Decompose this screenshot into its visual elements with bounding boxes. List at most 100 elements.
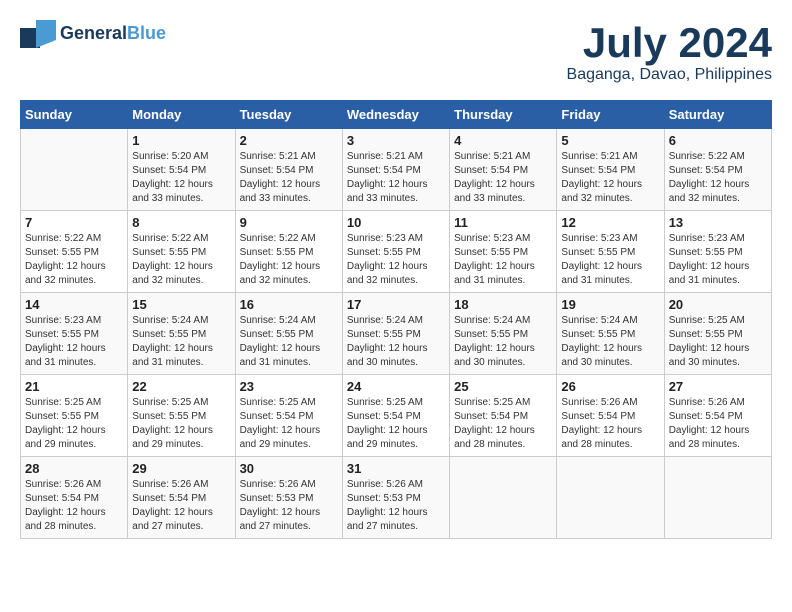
day-info: Sunrise: 5:25 AM Sunset: 5:55 PM Dayligh… — [132, 396, 230, 452]
day-info: Sunrise: 5:25 AM Sunset: 5:55 PM Dayligh… — [669, 314, 767, 370]
day-number: 3 — [347, 133, 445, 148]
day-number: 13 — [669, 215, 767, 230]
day-cell: 14Sunrise: 5:23 AM Sunset: 5:55 PM Dayli… — [21, 293, 128, 375]
day-number: 12 — [561, 215, 659, 230]
day-info: Sunrise: 5:21 AM Sunset: 5:54 PM Dayligh… — [240, 150, 338, 206]
day-info: Sunrise: 5:26 AM Sunset: 5:54 PM Dayligh… — [132, 478, 230, 534]
day-cell: 11 Sunrise: 5:23 AM Sunset: 5:55 PM Dayli… — [450, 211, 557, 293]
day-info: Sunrise: 5:25 AM Sunset: 5:55 PM Dayligh… — [25, 396, 123, 452]
header-row: SundayMondayTuesdayWednesdayThursdayFrid… — [21, 101, 772, 129]
day-cell: 19Sunrise: 5:24 AM Sunset: 5:55 PM Dayli… — [557, 293, 664, 375]
day-number: 5 — [561, 133, 659, 148]
week-row-1: 1Sunrise: 5:20 AM Sunset: 5:54 PM Daylig… — [21, 129, 772, 211]
day-info: Sunrise: 5:22 AM Sunset: 5:55 PM Dayligh… — [25, 232, 123, 288]
week-row-5: 28 Sunrise: 5:26 AM Sunset: 5:54 PM Dayli… — [21, 457, 772, 539]
day-cell: 6 Sunrise: 5:22 AM Sunset: 5:54 PM Daylig… — [664, 129, 771, 211]
day-cell: 13 Sunrise: 5:23 AM Sunset: 5:55 PM Dayli… — [664, 211, 771, 293]
day-info: Sunrise: 5:21 AM Sunset: 5:54 PM Dayligh… — [454, 150, 552, 206]
day-info: Sunrise: 5:25 AM Sunset: 5:54 PM Dayligh… — [347, 396, 445, 452]
day-cell — [450, 457, 557, 539]
day-info: Sunrise: 5:26 AM Sunset: 5:54 PM Dayligh… — [561, 396, 659, 452]
day-number: 2 — [240, 133, 338, 148]
day-cell: 28 Sunrise: 5:26 AM Sunset: 5:54 PM Dayli… — [21, 457, 128, 539]
location: Baganga, Davao, Philippines — [567, 66, 772, 84]
day-number: 8 — [132, 215, 230, 230]
day-number: 30 — [240, 461, 338, 476]
calendar-table: SundayMondayTuesdayWednesdayThursdayFrid… — [20, 100, 772, 539]
day-info: Sunrise: 5:26 AM Sunset: 5:53 PM Dayligh… — [240, 478, 338, 534]
month-year: July 2024 — [567, 20, 772, 66]
calendar-body: 1Sunrise: 5:20 AM Sunset: 5:54 PM Daylig… — [21, 129, 772, 539]
logo-general: General — [60, 23, 127, 43]
logo-blue: Blue — [127, 23, 166, 43]
week-row-4: 21 Sunrise: 5:25 AM Sunset: 5:55 PM Dayli… — [21, 375, 772, 457]
column-header-friday: Friday — [557, 101, 664, 129]
calendar-header: SundayMondayTuesdayWednesdayThursdayFrid… — [21, 101, 772, 129]
day-info: Sunrise: 5:23 AM Sunset: 5:55 PM Dayligh… — [561, 232, 659, 288]
day-number: 29 — [132, 461, 230, 476]
title-block: July 2024 Baganga, Davao, Philippines — [567, 20, 772, 84]
day-cell: 9 Sunrise: 5:22 AM Sunset: 5:55 PM Daylig… — [235, 211, 342, 293]
day-number: 10 — [347, 215, 445, 230]
day-number: 9 — [240, 215, 338, 230]
day-info: Sunrise: 5:24 AM Sunset: 5:55 PM Dayligh… — [561, 314, 659, 370]
day-info: Sunrise: 5:23 AM Sunset: 5:55 PM Dayligh… — [25, 314, 123, 370]
day-cell: 10 Sunrise: 5:23 AM Sunset: 5:55 PM Dayli… — [342, 211, 449, 293]
day-info: Sunrise: 5:23 AM Sunset: 5:55 PM Dayligh… — [669, 232, 767, 288]
day-cell: 21 Sunrise: 5:25 AM Sunset: 5:55 PM Dayli… — [21, 375, 128, 457]
day-info: Sunrise: 5:24 AM Sunset: 5:55 PM Dayligh… — [240, 314, 338, 370]
day-info: Sunrise: 5:24 AM Sunset: 5:55 PM Dayligh… — [454, 314, 552, 370]
day-number: 23 — [240, 379, 338, 394]
day-number: 11 — [454, 215, 552, 230]
column-header-monday: Monday — [128, 101, 235, 129]
day-info: Sunrise: 5:26 AM Sunset: 5:53 PM Dayligh… — [347, 478, 445, 534]
day-number: 7 — [25, 215, 123, 230]
day-info: Sunrise: 5:26 AM Sunset: 5:54 PM Dayligh… — [669, 396, 767, 452]
day-cell: 5 Sunrise: 5:21 AM Sunset: 5:54 PM Daylig… — [557, 129, 664, 211]
day-cell: 31Sunrise: 5:26 AM Sunset: 5:53 PM Dayli… — [342, 457, 449, 539]
day-cell: 8 Sunrise: 5:22 AM Sunset: 5:55 PM Daylig… — [128, 211, 235, 293]
week-row-2: 7 Sunrise: 5:22 AM Sunset: 5:55 PM Daylig… — [21, 211, 772, 293]
day-info: Sunrise: 5:25 AM Sunset: 5:54 PM Dayligh… — [454, 396, 552, 452]
day-info: Sunrise: 5:22 AM Sunset: 5:55 PM Dayligh… — [240, 232, 338, 288]
day-info: Sunrise: 5:24 AM Sunset: 5:55 PM Dayligh… — [347, 314, 445, 370]
day-cell: 25Sunrise: 5:25 AM Sunset: 5:54 PM Dayli… — [450, 375, 557, 457]
day-number: 21 — [25, 379, 123, 394]
day-cell: 27Sunrise: 5:26 AM Sunset: 5:54 PM Dayli… — [664, 375, 771, 457]
day-number: 18 — [454, 297, 552, 312]
day-number: 16 — [240, 297, 338, 312]
day-number: 26 — [561, 379, 659, 394]
day-cell: 2 Sunrise: 5:21 AM Sunset: 5:54 PM Daylig… — [235, 129, 342, 211]
week-row-3: 14Sunrise: 5:23 AM Sunset: 5:55 PM Dayli… — [21, 293, 772, 375]
day-cell: 23 Sunrise: 5:25 AM Sunset: 5:54 PM Dayli… — [235, 375, 342, 457]
day-cell — [664, 457, 771, 539]
day-number: 24 — [347, 379, 445, 394]
day-cell: 7 Sunrise: 5:22 AM Sunset: 5:55 PM Daylig… — [21, 211, 128, 293]
day-info: Sunrise: 5:22 AM Sunset: 5:54 PM Dayligh… — [669, 150, 767, 206]
page-header: GeneralBlue July 2024 Baganga, Davao, Ph… — [20, 20, 772, 84]
day-cell: 22Sunrise: 5:25 AM Sunset: 5:55 PM Dayli… — [128, 375, 235, 457]
day-number: 17 — [347, 297, 445, 312]
day-info: Sunrise: 5:23 AM Sunset: 5:55 PM Dayligh… — [347, 232, 445, 288]
day-number: 1 — [132, 133, 230, 148]
logo: GeneralBlue — [20, 20, 166, 48]
day-info: Sunrise: 5:22 AM Sunset: 5:55 PM Dayligh… — [132, 232, 230, 288]
day-number: 28 — [25, 461, 123, 476]
day-cell: 20Sunrise: 5:25 AM Sunset: 5:55 PM Dayli… — [664, 293, 771, 375]
day-cell: 17 Sunrise: 5:24 AM Sunset: 5:55 PM Dayli… — [342, 293, 449, 375]
column-header-tuesday: Tuesday — [235, 101, 342, 129]
day-number: 6 — [669, 133, 767, 148]
day-cell: 30 Sunrise: 5:26 AM Sunset: 5:53 PM Dayli… — [235, 457, 342, 539]
day-info: Sunrise: 5:21 AM Sunset: 5:54 PM Dayligh… — [561, 150, 659, 206]
day-cell: 4 Sunrise: 5:21 AM Sunset: 5:54 PM Daylig… — [450, 129, 557, 211]
day-number: 4 — [454, 133, 552, 148]
day-info: Sunrise: 5:24 AM Sunset: 5:55 PM Dayligh… — [132, 314, 230, 370]
column-header-sunday: Sunday — [21, 101, 128, 129]
day-info: Sunrise: 5:23 AM Sunset: 5:55 PM Dayligh… — [454, 232, 552, 288]
column-header-wednesday: Wednesday — [342, 101, 449, 129]
day-cell: 12 Sunrise: 5:23 AM Sunset: 5:55 PM Dayli… — [557, 211, 664, 293]
day-cell — [557, 457, 664, 539]
day-cell — [21, 129, 128, 211]
day-info: Sunrise: 5:25 AM Sunset: 5:54 PM Dayligh… — [240, 396, 338, 452]
day-info: Sunrise: 5:26 AM Sunset: 5:54 PM Dayligh… — [25, 478, 123, 534]
